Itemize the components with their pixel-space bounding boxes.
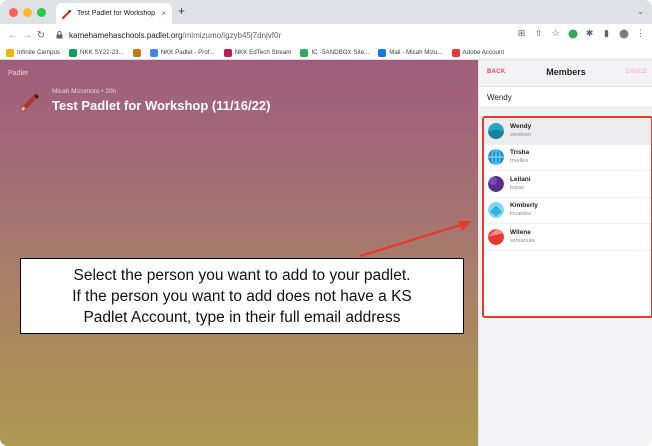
- bookmark-label: NKK Padlet - Prof...: [160, 49, 215, 56]
- member-row-kimberly[interactable]: Kimberly kivaldez: [484, 198, 651, 224]
- member-search-input[interactable]: [487, 93, 645, 102]
- member-search-field[interactable]: [479, 86, 652, 108]
- bookmark-label: Mail - Micah Mizu...: [389, 49, 443, 56]
- reload-icon[interactable]: ↻: [34, 30, 48, 41]
- member-avatar-red-icon: [488, 228, 504, 245]
- bookmark-label: NKK SY22-23...: [80, 49, 124, 56]
- bookmark-label: Adobe Account: [462, 49, 505, 56]
- bookmarks-bar: Infinite Campus NKK SY22-23... NKK Padlet …: [0, 46, 652, 60]
- padlet-title: Test Padlet for Workshop (11/16/22): [52, 98, 271, 113]
- callout-line-2: If the person you want to add does not h…: [72, 287, 412, 305]
- member-row-trisha[interactable]: Trisha trselles: [484, 145, 651, 171]
- back-arrow-icon[interactable]: ←: [6, 30, 20, 41]
- member-avatar-teal-icon: [488, 122, 504, 139]
- bookmark-item[interactable]: NKK Padlet - Prof...: [149, 48, 215, 57]
- member-name: Leilani: [510, 175, 531, 183]
- member-row-wilene[interactable]: Wilene wimanuia: [484, 224, 651, 251]
- bookmark-label: NKK EdTech Stream: [234, 49, 292, 56]
- tab-close-icon[interactable]: ×: [161, 9, 166, 18]
- callout-line-1: Select the person you want to add to you…: [73, 266, 411, 284]
- extension-color-icon[interactable]: [567, 28, 578, 39]
- padlet-canvas: Padlet Micah Mizumoto • 20h Test Padlet …: [0, 60, 478, 446]
- bookmark-item[interactable]: Infinite Campus: [6, 48, 60, 57]
- browser-window: Test Padlet for Workshop (11/1 × + ⌄ ← →…: [0, 0, 652, 446]
- side-panel-icon[interactable]: ▮: [601, 28, 612, 39]
- bookmark-item[interactable]: NKK EdTech Stream: [223, 48, 292, 57]
- member-name: Wilene: [510, 228, 531, 236]
- member-username: westiver: [510, 131, 532, 138]
- bookmark-item[interactable]: Mail - Micah Mizu...: [378, 48, 443, 57]
- back-button[interactable]: BACK: [487, 69, 506, 75]
- address-bar[interactable]: kamehamehaschools.padlet.org/mimizumo/ig…: [56, 27, 522, 43]
- member-results-list: Wendy westiver Trisha trselles Leilani lepao K…: [482, 116, 652, 318]
- chevron-down-icon[interactable]: ⌄: [637, 7, 644, 16]
- member-avatar-diamond-icon: [488, 202, 504, 219]
- bookmark-item[interactable]: [132, 48, 141, 57]
- padlet-author: Micah Mizumoto • 20h: [52, 88, 117, 95]
- member-username: kivaldez: [510, 211, 531, 218]
- share-icon[interactable]: ⇧: [533, 28, 544, 39]
- bookmark-favicon-icon: [149, 48, 158, 57]
- bookmark-item[interactable]: NKK SY22-23...: [69, 48, 124, 57]
- pencil-icon: [62, 9, 72, 19]
- close-window-button[interactable]: [9, 8, 18, 17]
- callout-arrow-icon: [359, 221, 472, 258]
- profile-avatar[interactable]: [618, 28, 629, 39]
- tab-strip: Test Padlet for Workshop (11/1 × + ⌄: [0, 0, 652, 24]
- member-username: lepao: [510, 184, 525, 191]
- bookmark-item[interactable]: IC -SANDBOX Site...: [300, 48, 370, 57]
- members-panel: Members BACK SAVED WendywestiverTrishatr…: [478, 60, 652, 446]
- padlet-logo[interactable]: Padlet: [8, 70, 28, 77]
- member-name: Kimberly: [510, 202, 538, 210]
- member-row-leilani[interactable]: Leilani lepao: [484, 171, 651, 198]
- browser-menu-icon[interactable]: ⋮: [635, 28, 646, 39]
- new-tab-button[interactable]: +: [178, 5, 185, 17]
- bookmark-favicon-icon: [69, 48, 77, 57]
- tab-title: Test Padlet for Workshop (11/1: [77, 10, 156, 17]
- bookmark-label: IC -SANDBOX Site...: [311, 49, 370, 56]
- member-username: wimanuia: [510, 237, 535, 244]
- bookmark-favicon-icon: [451, 48, 460, 57]
- bookmark-favicon-icon: [300, 48, 309, 57]
- bookmark-favicon-icon: [132, 48, 141, 57]
- member-avatar-purple-icon: [488, 175, 504, 192]
- bookmark-favicon-icon: [378, 48, 387, 57]
- maximize-window-button[interactable]: [37, 8, 46, 17]
- tab-padlet[interactable]: Test Padlet for Workshop (11/1 ×: [56, 3, 172, 24]
- url-text: kamehamehaschools.padlet.org/mimizumo/ig…: [69, 30, 282, 40]
- browser-toolbar: ← → ↻ kamehamehaschools.padlet.org/mimiz…: [0, 24, 652, 46]
- bookmark-item[interactable]: Adobe Account: [451, 48, 505, 57]
- callout-line-3: Padlet Account, type in their full email…: [83, 308, 401, 326]
- install-app-icon[interactable]: ⊞: [516, 28, 527, 39]
- member-row-wendy[interactable]: Wendy westiver: [484, 118, 651, 145]
- bookmark-star-icon[interactable]: ☆: [550, 28, 561, 39]
- member-avatar-globe-icon: [488, 149, 504, 166]
- padlet-pencil-icon: [20, 90, 42, 112]
- member-name: Trisha: [510, 149, 530, 157]
- bookmark-label: Infinite Campus: [17, 49, 60, 56]
- lock-icon: [56, 26, 63, 44]
- instruction-callout: Select the person you want to add to you…: [20, 258, 464, 334]
- member-username: trselles: [510, 158, 529, 165]
- forward-arrow-icon[interactable]: →: [20, 30, 34, 41]
- saved-button[interactable]: SAVED: [625, 69, 647, 75]
- bookmark-favicon-icon: [6, 48, 14, 57]
- extensions-puzzle-icon[interactable]: ✱: [584, 28, 595, 39]
- minimize-window-button[interactable]: [23, 8, 32, 17]
- members-header: Members BACK SAVED: [479, 60, 652, 86]
- bookmark-favicon-icon: [223, 48, 232, 57]
- member-name: Wendy: [510, 122, 532, 130]
